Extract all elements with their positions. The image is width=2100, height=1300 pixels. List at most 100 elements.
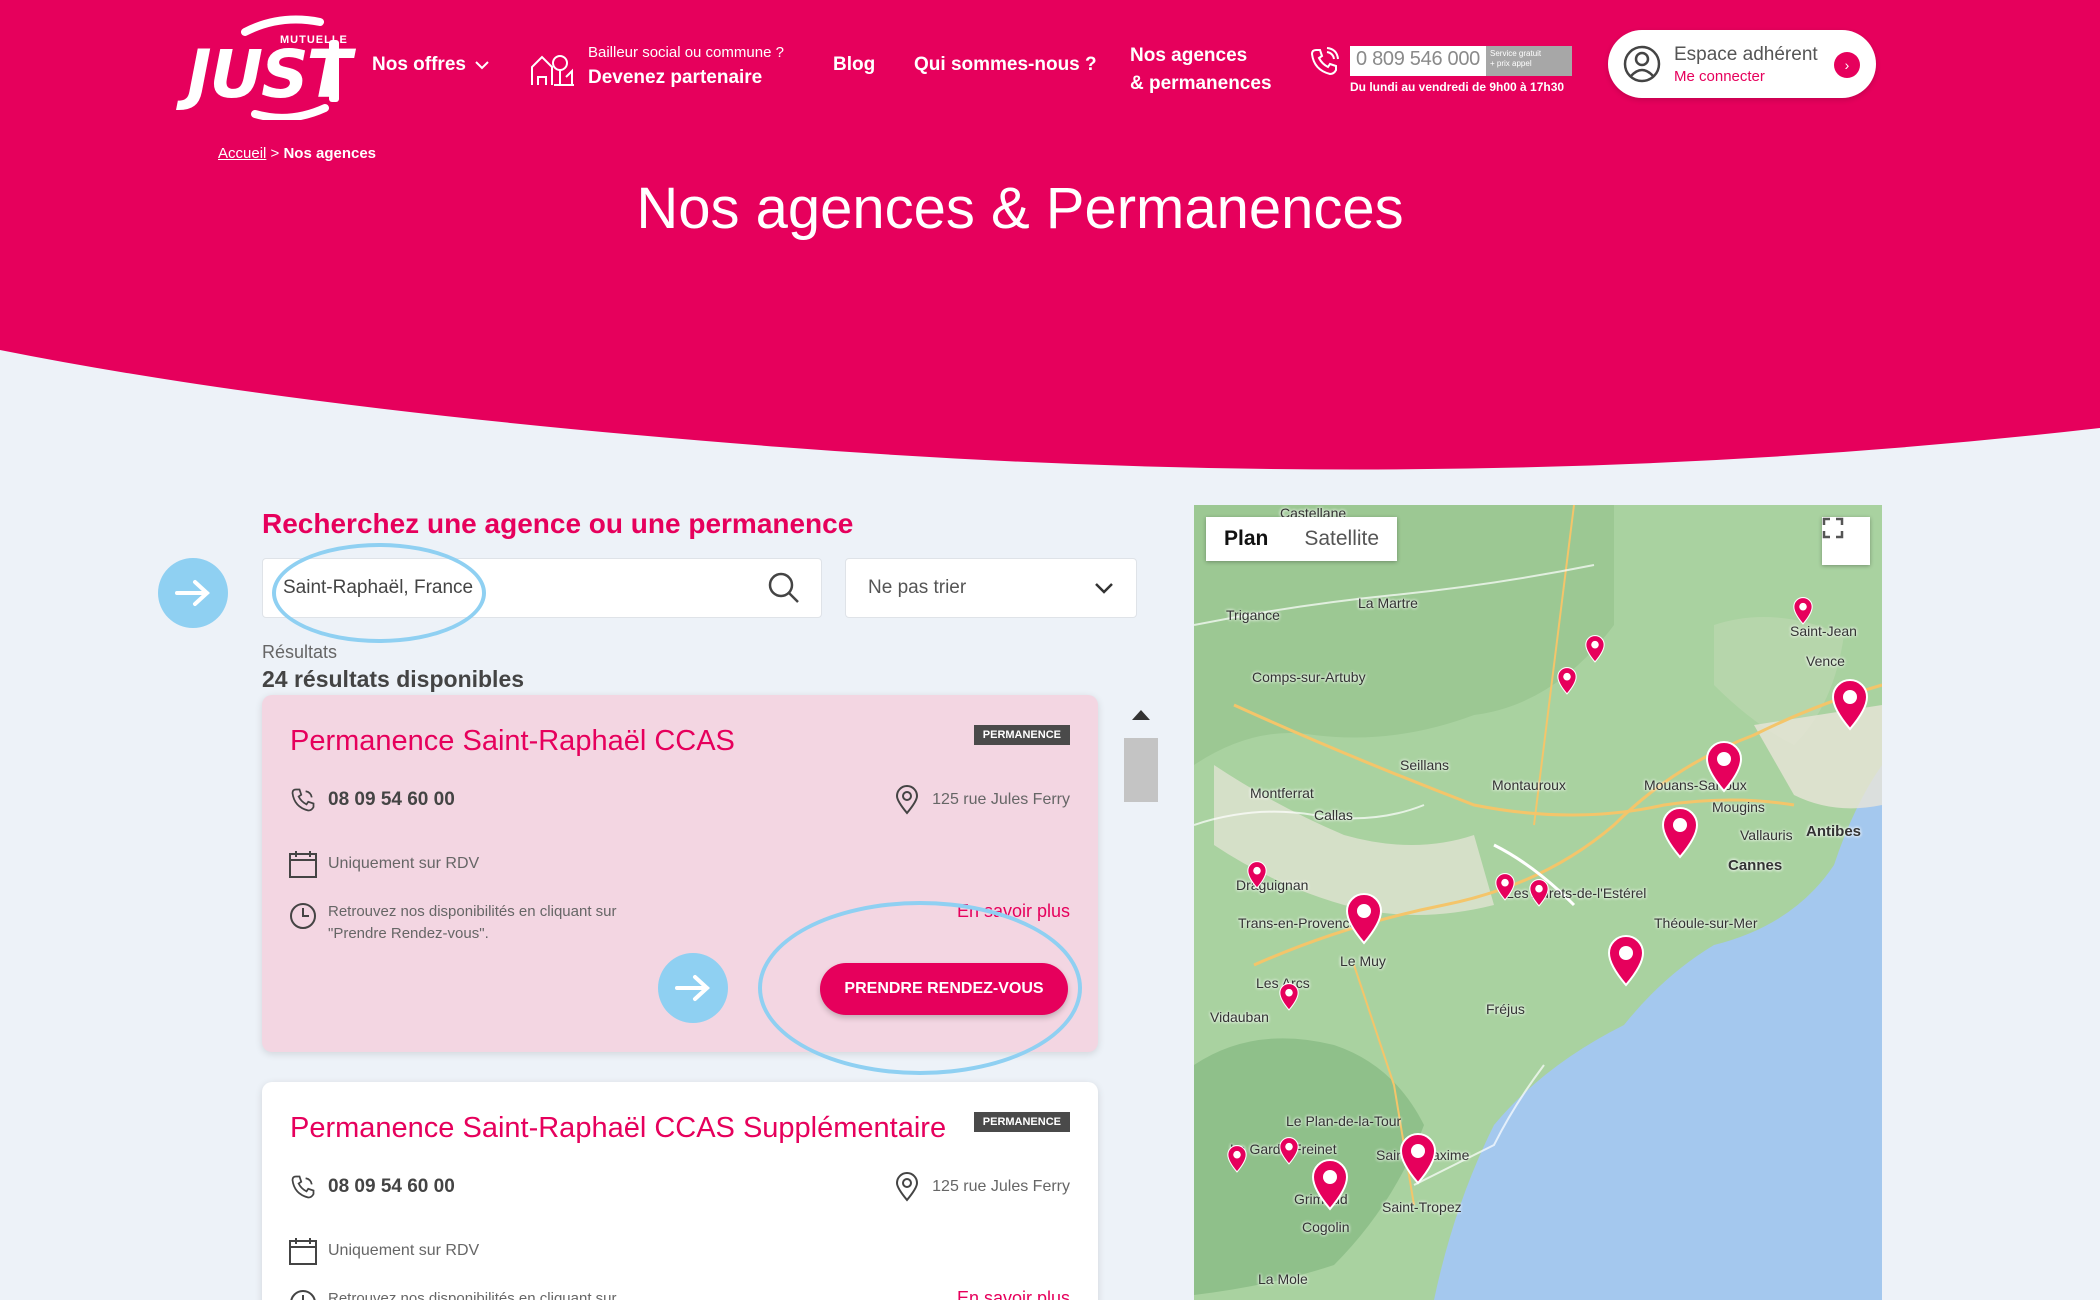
map-tab-satellite[interactable]: Satellite bbox=[1286, 517, 1397, 561]
chevron-down-icon bbox=[1095, 583, 1113, 594]
map-town-label: Saint-Tropez bbox=[1382, 1199, 1462, 1215]
phone-icon bbox=[291, 1175, 315, 1199]
map-town-label: Montferrat bbox=[1250, 785, 1314, 801]
phone-hours: Du lundi au vendredi de 9h00 à 17h30 bbox=[1350, 80, 1565, 94]
more-info-link[interactable]: En savoir plus bbox=[957, 1288, 1070, 1300]
map-pin-icon[interactable] bbox=[1398, 1133, 1438, 1185]
map-pin-icon[interactable] bbox=[1344, 893, 1384, 945]
card-phone[interactable]: 08 09 54 60 00 bbox=[288, 785, 455, 815]
chevron-down-icon bbox=[475, 61, 489, 70]
annotation-arrow-icon bbox=[658, 953, 728, 1023]
map-tab-plan[interactable]: Plan bbox=[1206, 517, 1286, 561]
map-town-label: Le Muy bbox=[1340, 953, 1386, 969]
map-pin-icon[interactable] bbox=[1830, 679, 1870, 731]
card-title[interactable]: Permanence Saint-Raphaël CCAS Supplément… bbox=[290, 1112, 946, 1145]
card-phone[interactable]: 08 09 54 60 00 bbox=[288, 1172, 455, 1202]
search-icon[interactable] bbox=[767, 571, 801, 605]
card-rdv: Uniquement sur RDV bbox=[288, 1236, 479, 1266]
card-phone-number: 08 09 54 60 00 bbox=[328, 789, 455, 810]
results-count: 24 résultats disponibles bbox=[262, 666, 525, 692]
nav-agences-line2: & permanences bbox=[1130, 73, 1272, 94]
map[interactable]: Castellane Trigance La Martre Comps-sur-… bbox=[1194, 505, 1882, 1300]
result-card[interactable]: Permanence Saint-Raphaël CCAS Supplément… bbox=[262, 1082, 1098, 1300]
clock-icon bbox=[290, 1290, 316, 1300]
sort-value: Ne pas trier bbox=[868, 577, 967, 598]
phone-service-note: Service gratuit + prix appel bbox=[1486, 46, 1573, 76]
map-town-label: Théoule-sur-Mer bbox=[1654, 915, 1758, 931]
map-pin-icon[interactable] bbox=[1556, 667, 1578, 695]
card-address-text: 125 rue Jules Ferry bbox=[932, 1178, 1070, 1195]
card-rdv-text: Uniquement sur RDV bbox=[328, 855, 480, 872]
type-badge: PERMANENCE bbox=[973, 725, 1070, 745]
scrollbar-thumb[interactable] bbox=[1124, 738, 1158, 802]
map-pin-icon[interactable] bbox=[1278, 1137, 1300, 1165]
nav-blog[interactable]: Blog bbox=[833, 54, 875, 76]
map-town-label: Le Plan-de-la-Tour bbox=[1286, 1113, 1402, 1129]
member-area-button[interactable]: Espace adhérent Me connecter › bbox=[1608, 30, 1876, 98]
scroll-up-arrow-icon[interactable] bbox=[1132, 710, 1150, 720]
card-address: 125 rue Jules Ferry bbox=[892, 785, 1070, 815]
map-town-label: Montauroux bbox=[1492, 777, 1566, 793]
card-address-text: 125 rue Jules Ferry bbox=[932, 791, 1070, 808]
partner-cta: Devenez partenaire bbox=[588, 67, 763, 88]
map-pin-icon[interactable] bbox=[1310, 1159, 1350, 1211]
card-availability-line1: Retrouvez nos disponibilités en cliquant… bbox=[328, 1290, 617, 1300]
breadcrumb-separator: > bbox=[270, 145, 280, 162]
map-pin-icon[interactable] bbox=[1246, 861, 1268, 889]
nav-offres[interactable]: Nos offres bbox=[372, 54, 490, 76]
nav-agences-line1: Nos agences bbox=[1130, 45, 1248, 66]
map-pin-icon[interactable] bbox=[1226, 1145, 1248, 1173]
phone-number: 0 809 546 000 bbox=[1356, 48, 1481, 70]
map-town-label: Seillans bbox=[1400, 757, 1450, 773]
map-pin-icon[interactable] bbox=[1528, 879, 1550, 907]
map-town-label: Fréjus bbox=[1486, 1001, 1525, 1017]
page-title: Nos agences & Permanences bbox=[636, 176, 1404, 241]
nav-partner[interactable]: Bailleur social ou commune ? Devenez par… bbox=[528, 44, 784, 89]
location-pin-icon bbox=[896, 785, 919, 815]
card-availability: Retrouvez nos disponibilités en cliquant… bbox=[288, 1288, 708, 1300]
map-town-label: Antibes bbox=[1806, 823, 1862, 840]
map-town-label: Trans-en-Provence bbox=[1238, 915, 1358, 931]
map-pin-icon[interactable] bbox=[1792, 597, 1814, 625]
map-pin-icon[interactable] bbox=[1660, 807, 1700, 859]
map-pin-icon[interactable] bbox=[1494, 873, 1516, 901]
map-type-tabs: Plan Satellite bbox=[1206, 517, 1398, 561]
breadcrumb: Accueil > Nos agences bbox=[218, 145, 376, 162]
result-card[interactable]: Permanence Saint-Raphaël CCAS PERMANENCE… bbox=[262, 695, 1098, 1075]
partner-question: Bailleur social ou commune ? bbox=[588, 44, 784, 61]
nav-agences[interactable]: Nos agences & permanences bbox=[1130, 42, 1272, 98]
breadcrumb-current: Nos agences bbox=[283, 145, 377, 162]
card-availability: Retrouvez nos disponibilités en cliquant… bbox=[288, 901, 708, 945]
card-title[interactable]: Permanence Saint-Raphaël CCAS bbox=[290, 725, 735, 758]
map-town-label: Trigance bbox=[1226, 607, 1280, 623]
card-availability-line1: Retrouvez nos disponibilités en cliquant… bbox=[328, 903, 617, 920]
map-pin-icon[interactable] bbox=[1606, 935, 1646, 987]
fullscreen-icon[interactable] bbox=[1822, 517, 1870, 565]
map-town-label: Mougins bbox=[1712, 799, 1765, 815]
calendar-icon bbox=[289, 851, 317, 878]
breadcrumb-home[interactable]: Accueil bbox=[218, 145, 266, 162]
search-title: Recherchez une agence ou une permanence bbox=[262, 508, 854, 539]
annotation-oval bbox=[758, 901, 1082, 1075]
card-phone-number: 08 09 54 60 00 bbox=[328, 1176, 455, 1197]
card-rdv: Uniquement sur RDV bbox=[288, 849, 479, 879]
member-area-login: Me connecter bbox=[1674, 67, 1765, 85]
map-town-label: Callas bbox=[1314, 807, 1353, 823]
map-pin-icon[interactable] bbox=[1584, 635, 1606, 663]
phone-contact[interactable]: 0 809 546 000 Service gratuit + prix appe… bbox=[1308, 46, 1573, 94]
map-town-label: Cannes bbox=[1728, 857, 1783, 874]
annotation-arrow-icon bbox=[158, 558, 228, 628]
map-town-label: Saint-Jean bbox=[1790, 623, 1857, 639]
map-town-label: Vence bbox=[1806, 653, 1845, 669]
map-town-label: Comps-sur-Artuby bbox=[1252, 669, 1366, 685]
calendar-icon bbox=[289, 1238, 317, 1265]
nav-qui-sommes-nous[interactable]: Qui sommes-nous ? bbox=[914, 54, 1097, 76]
card-address: 125 rue Jules Ferry bbox=[892, 1172, 1070, 1202]
map-pin-icon[interactable] bbox=[1704, 741, 1744, 793]
user-icon bbox=[1623, 45, 1661, 83]
card-rdv-text: Uniquement sur RDV bbox=[328, 1242, 480, 1259]
sort-select[interactable]: Ne pas trier bbox=[845, 558, 1137, 618]
logo[interactable]: MUTUELLE JUST bbox=[185, 12, 352, 120]
map-town-label: Cogolin bbox=[1302, 1219, 1350, 1235]
map-pin-icon[interactable] bbox=[1278, 983, 1300, 1011]
